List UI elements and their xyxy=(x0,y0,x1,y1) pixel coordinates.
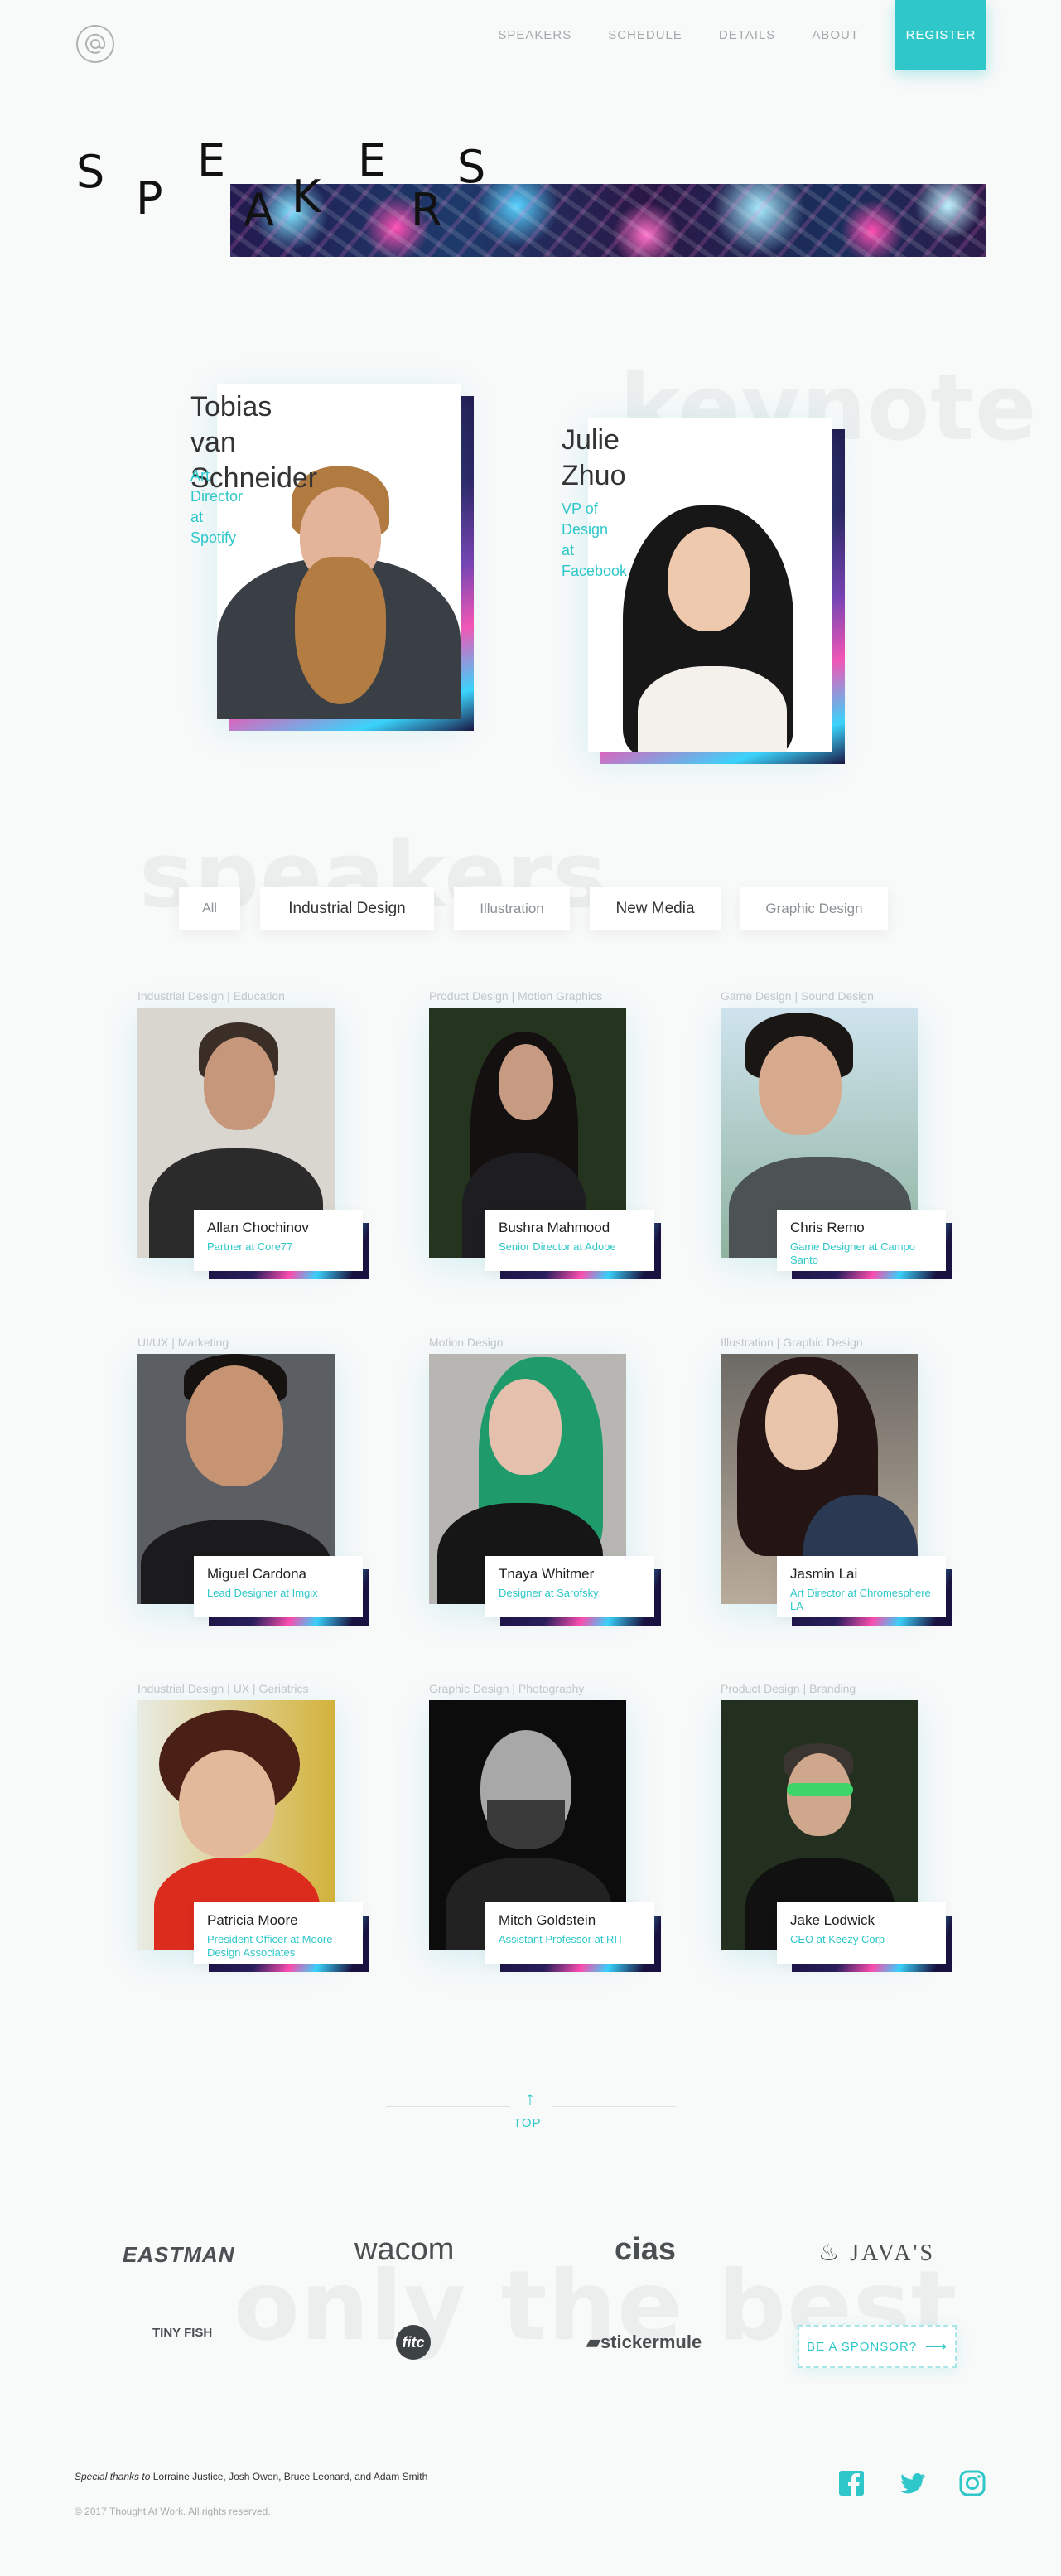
sponsor-logo-javas[interactable]: ♨ JAVA'S xyxy=(818,2239,935,2267)
back-to-top-link[interactable]: TOP xyxy=(514,2116,542,2130)
speaker-filters: All Industrial Design Illustration New M… xyxy=(179,887,908,930)
hero-letter: E xyxy=(358,134,387,186)
hero-letter: S xyxy=(76,146,105,198)
logo[interactable] xyxy=(76,25,114,63)
speaker-tags: Illustration | Graphic Design xyxy=(721,1336,863,1349)
java-cup-icon: ♨ xyxy=(818,2240,842,2266)
main-nav: SPEAKERS SCHEDULE DETAILS ABOUT REGISTER xyxy=(461,0,986,70)
hero-letter: R xyxy=(411,184,442,236)
speaker-role: Assistant Professor at RIT xyxy=(499,1933,624,1945)
speaker-label: Miguel Cardona Lead Designer at Imgix xyxy=(194,1556,363,1617)
speaker-card[interactable]: Illustration | Graphic Design Jasmin Lai… xyxy=(721,1336,952,1642)
instagram-icon[interactable] xyxy=(959,2470,986,2496)
keynote-name: Julie Zhuo xyxy=(562,424,626,491)
filter-illustration[interactable]: Illustration xyxy=(454,887,570,930)
nav-details[interactable]: DETAILS xyxy=(719,28,775,42)
speaker-name: Jake Lodwick xyxy=(790,1912,875,1928)
filter-all[interactable]: All xyxy=(179,887,240,930)
speaker-label: Patricia Moore President Officer at Moor… xyxy=(194,1902,363,1964)
twitter-icon[interactable] xyxy=(899,2470,926,2496)
speaker-name: Allan Chochinov xyxy=(207,1220,309,1235)
speaker-tags: Product Design | Branding xyxy=(721,1682,856,1695)
facebook-icon[interactable] xyxy=(838,2470,865,2496)
speaker-card[interactable]: Graphic Design | Photography Mitch Golds… xyxy=(429,1682,661,1989)
speaker-label: Tnaya Whitmer Designer at Sarofsky xyxy=(485,1556,654,1617)
arrow-up-icon[interactable]: ↑ xyxy=(521,2090,539,2110)
sponsor-logo-wacom[interactable]: wacom xyxy=(354,2232,454,2268)
hero-banner-image xyxy=(230,184,986,257)
divider xyxy=(552,2106,676,2107)
filter-graphic-design[interactable]: Graphic Design xyxy=(740,887,888,930)
become-sponsor-button[interactable]: BE A SPONSOR? ⟶ xyxy=(798,2325,957,2368)
sponsor-logo-fitc[interactable]: fitc xyxy=(396,2325,431,2360)
speaker-label: Chris Remo Game Designer at Campo Santo xyxy=(777,1210,946,1271)
footer-copyright: © 2017 Thought At Work. All rights reser… xyxy=(75,2506,271,2517)
speaker-card[interactable]: Product Design | Branding Jake Lodwick C… xyxy=(721,1682,952,1989)
hero-letter: K xyxy=(292,171,321,223)
speaker-tags: Graphic Design | Photography xyxy=(429,1682,585,1695)
register-button[interactable]: REGISTER xyxy=(895,0,986,70)
arrow-right-icon: ⟶ xyxy=(925,2337,948,2355)
sponsor-logo-stickermule[interactable]: ▰stickermule xyxy=(586,2332,702,2353)
mule-icon: ▰ xyxy=(586,2332,600,2352)
speaker-name: Patricia Moore xyxy=(207,1912,298,1928)
speaker-card[interactable]: Industrial Design | UX | Geriatrics Patr… xyxy=(137,1682,369,1989)
speaker-tags: Industrial Design | UX | Geriatrics xyxy=(137,1682,309,1695)
speaker-name: Jasmin Lai xyxy=(790,1566,858,1582)
speaker-label: Mitch Goldstein Assistant Professor at R… xyxy=(485,1902,654,1964)
speaker-name: Miguel Cardona xyxy=(207,1566,307,1582)
speaker-name: Chris Remo xyxy=(790,1220,865,1235)
sponsor-logo-eastman[interactable]: EASTMAN xyxy=(123,2242,235,2268)
speaker-card[interactable]: UI/UX | Marketing Miguel Cardona Lead De… xyxy=(137,1336,369,1642)
speaker-role: Designer at Sarofsky xyxy=(499,1587,599,1599)
filter-industrial-design[interactable]: Industrial Design xyxy=(260,887,434,930)
footer-thanks: Special thanks to Lorraine Justice, Josh… xyxy=(75,2471,428,2482)
divider xyxy=(386,2106,510,2107)
sponsor-logo-tinyfish[interactable]: TINY FISH xyxy=(152,2327,212,2340)
speaker-role: President Officer at Moore Design Associ… xyxy=(207,1933,333,1959)
hero-letter: S xyxy=(457,141,486,193)
hero-letter: E xyxy=(197,134,226,186)
at-sign-icon xyxy=(85,33,106,54)
speaker-name: Tnaya Whitmer xyxy=(499,1566,595,1582)
speaker-tags: Game Design | Sound Design xyxy=(721,989,874,1003)
keynote-role: Art Director at Spotify xyxy=(190,467,244,546)
speaker-role: Senior Director at Adobe xyxy=(499,1240,616,1253)
speaker-card[interactable]: Product Design | Motion Graphics Bushra … xyxy=(429,989,661,1296)
speaker-tags: Product Design | Motion Graphics xyxy=(429,989,603,1003)
nav-speakers[interactable]: SPEAKERS xyxy=(498,28,571,42)
speaker-label: Bushra Mahmood Senior Director at Adobe xyxy=(485,1210,654,1271)
speaker-label: Allan Chochinov Partner at Core77 xyxy=(194,1210,363,1271)
speaker-tags: UI/UX | Marketing xyxy=(137,1336,229,1349)
speaker-role: Partner at Core77 xyxy=(207,1240,293,1253)
speaker-name: Mitch Goldstein xyxy=(499,1912,596,1928)
keynote-role: VP of Design at Facebook xyxy=(562,500,628,579)
speaker-card[interactable]: Game Design | Sound Design Chris Remo Ga… xyxy=(721,989,952,1296)
speaker-tags: Motion Design xyxy=(429,1336,504,1349)
speaker-name: Bushra Mahmood xyxy=(499,1220,610,1235)
hero-letter: P xyxy=(136,172,163,225)
speaker-role: Game Designer at Campo Santo xyxy=(790,1240,916,1266)
filter-new-media[interactable]: New Media xyxy=(590,887,721,930)
speaker-role: Lead Designer at Imgix xyxy=(207,1587,318,1599)
speaker-tags: Industrial Design | Education xyxy=(137,989,285,1003)
speaker-card[interactable]: Motion Design Tnaya Whitmer Designer at … xyxy=(429,1336,661,1642)
speaker-label: Jake Lodwick CEO at Keezy Corp xyxy=(777,1902,946,1964)
hero-letter: A xyxy=(244,184,274,236)
speaker-role: CEO at Keezy Corp xyxy=(790,1933,885,1945)
sponsor-logo-cias[interactable]: cias xyxy=(615,2232,676,2268)
nav-schedule[interactable]: SCHEDULE xyxy=(608,28,682,42)
speaker-role: Art Director at Chromesphere LA xyxy=(790,1587,931,1612)
speaker-card[interactable]: Industrial Design | Education Allan Choc… xyxy=(137,989,369,1296)
speaker-label: Jasmin Lai Art Director at Chromesphere … xyxy=(777,1556,946,1617)
nav-about[interactable]: ABOUT xyxy=(812,28,859,42)
